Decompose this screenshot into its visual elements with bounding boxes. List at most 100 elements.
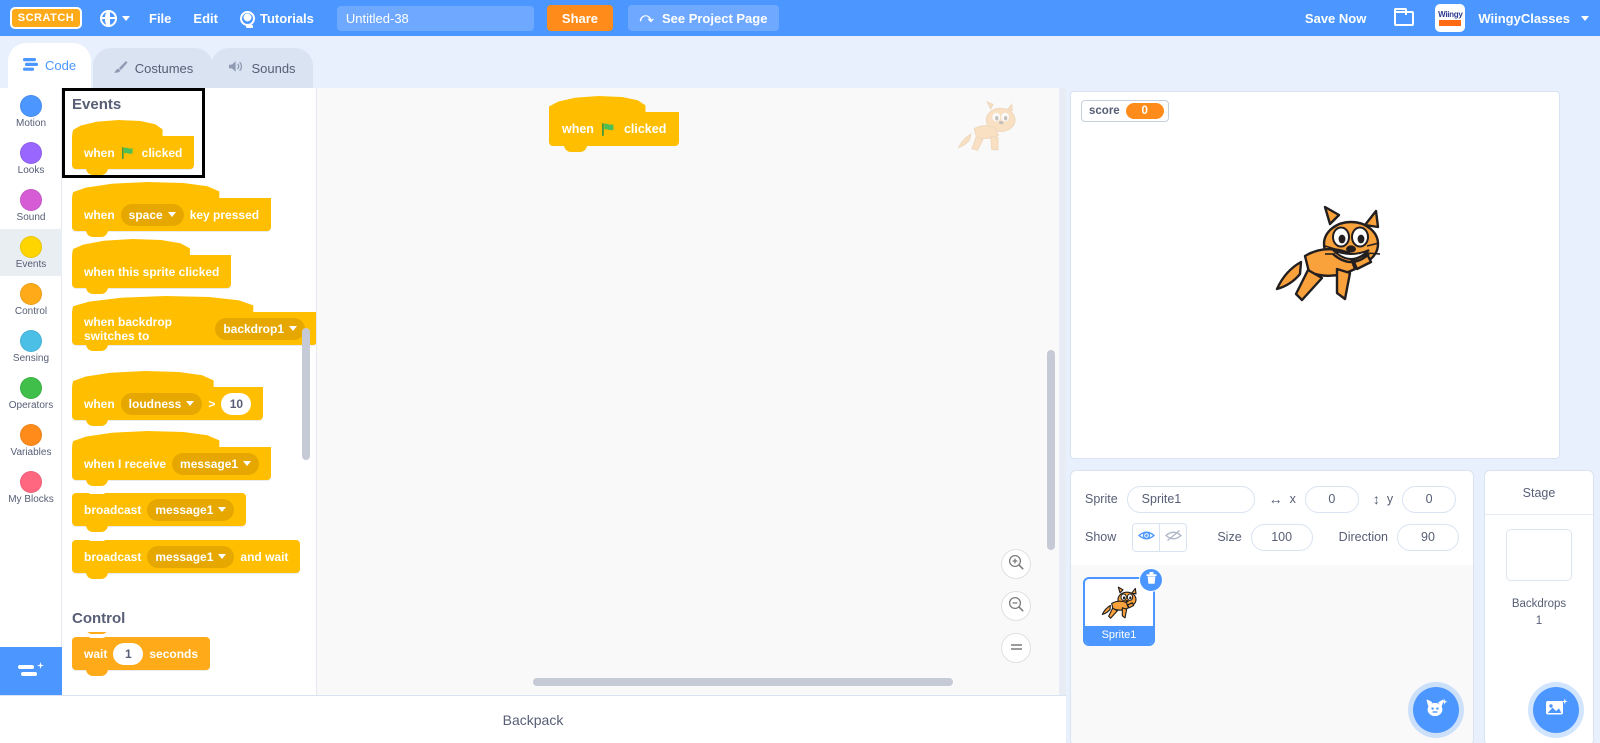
palette-block-when-key-pressed[interactable]: when space key pressed <box>72 198 272 237</box>
scratch-editor: SCRATCH File Edit Tutorials Share ⤺ See … <box>0 0 1600 743</box>
block-dropdown-message[interactable]: message1 <box>172 452 260 475</box>
palette-block-when-this-sprite-clicked[interactable]: when this sprite clicked <box>72 255 232 294</box>
sprite-x-input[interactable] <box>1304 485 1359 513</box>
sprite-name-input[interactable] <box>1126 485 1255 513</box>
category-label: Sound <box>16 211 46 223</box>
stage-selector-panel[interactable]: Stage Backdrops 1 <box>1484 470 1594 743</box>
account-menu[interactable]: Wiingy WiingyClasses <box>1431 0 1600 36</box>
account-name: WiingyClasses <box>1478 10 1570 26</box>
block-when-flag-clicked[interactable]: when clicked <box>549 112 680 152</box>
category-variables[interactable]: Variables <box>0 417 62 464</box>
sprite-y-input[interactable] <box>1402 485 1457 513</box>
block-number-input[interactable]: 1 <box>113 642 144 665</box>
block-dropdown-message[interactable]: message1 <box>147 545 235 568</box>
zoom-in-button[interactable] <box>1001 549 1031 579</box>
backdrops-count: 1 <box>1535 615 1543 627</box>
share-button[interactable]: Share <box>546 5 614 31</box>
palette-block-when-flag-clicked[interactable]: when clicked <box>72 136 195 175</box>
category-color-dot <box>20 376 42 399</box>
category-control[interactable]: Control <box>0 276 62 323</box>
language-menu[interactable] <box>82 0 138 36</box>
backpack-label: Backpack <box>502 711 564 728</box>
category-events[interactable]: Events <box>0 229 62 276</box>
palette-block-broadcast-and-wait[interactable]: broadcast message1 and wait <box>72 535 301 579</box>
palette-block-when-backdrop-switches-to[interactable]: when backdrop switches to backdrop1 <box>72 312 316 351</box>
avatar: Wiingy <box>1435 4 1466 32</box>
block-dropdown-loudness[interactable]: loudness <box>120 392 203 415</box>
file-menu[interactable]: File <box>138 0 182 36</box>
green-flag-icon <box>601 122 617 137</box>
code-workspace[interactable]: when clicked <box>317 88 1059 695</box>
zoom-out-icon <box>1008 596 1025 617</box>
add-extension-icon <box>18 662 44 680</box>
category-looks[interactable]: Looks <box>0 135 62 182</box>
sprite-info-row-1: Sprite ↔ x ↕ y <box>1085 482 1459 516</box>
category-sensing[interactable]: Sensing <box>0 323 62 370</box>
sprite-direction-input[interactable] <box>1397 523 1459 551</box>
palette-block-when-i-receive[interactable]: when I receive message1 <box>72 447 272 486</box>
backpack-bar[interactable]: Backpack <box>0 695 1066 743</box>
zoom-reset-button[interactable] <box>1001 633 1031 663</box>
stage[interactable]: score 0 <box>1070 91 1560 459</box>
sprite-size-input[interactable] <box>1250 523 1313 551</box>
menu-bar: SCRATCH File Edit Tutorials Share ⤺ See … <box>0 0 1600 36</box>
edit-menu[interactable]: Edit <box>182 0 229 36</box>
category-label: Looks <box>17 164 45 176</box>
green-flag-icon <box>121 146 136 160</box>
stage-panel-title: Stage <box>1485 486 1593 515</box>
palette-section-control: Control <box>72 610 126 627</box>
add-sprite-button[interactable] <box>1413 687 1459 733</box>
my-stuff-button[interactable] <box>1377 0 1431 36</box>
block-number-input[interactable]: 10 <box>221 392 252 415</box>
sprite-y-label: y <box>1386 492 1394 506</box>
chevron-down-icon <box>243 461 252 466</box>
tab-code[interactable]: Code <box>8 43 91 88</box>
category-motion[interactable]: Motion <box>0 88 62 135</box>
tutorials-button[interactable]: Tutorials <box>229 0 325 36</box>
workspace-horizontal-scrollbar[interactable] <box>533 678 953 686</box>
save-now-button[interactable]: Save Now <box>1294 0 1377 36</box>
scratch-logo[interactable]: SCRATCH <box>10 7 82 29</box>
project-title-input[interactable] <box>336 5 534 31</box>
category-label: My Blocks <box>8 493 54 505</box>
block-text-pre: when <box>84 396 115 411</box>
category-my-blocks[interactable]: My Blocks <box>0 464 62 511</box>
variable-monitor-score[interactable]: score 0 <box>1081 100 1169 122</box>
block-palette[interactable]: Events when clicked when space key press… <box>62 88 317 695</box>
tab-costumes[interactable]: Costumes <box>93 48 213 88</box>
block-dropdown-backdrop[interactable]: backdrop1 <box>215 317 305 340</box>
category-sound[interactable]: Sound <box>0 182 62 229</box>
tab-sounds[interactable]: Sounds <box>211 48 313 88</box>
category-operators[interactable]: Operators <box>0 370 62 417</box>
block-dropdown-message[interactable]: message1 <box>147 498 235 521</box>
stage-sprite-scratch-cat[interactable] <box>1267 202 1387 307</box>
category-label: Control <box>14 305 48 317</box>
category-color-dot <box>20 470 42 493</box>
backdrop-thumbnail[interactable] <box>1506 529 1572 581</box>
block-text-post: and wait <box>240 549 289 564</box>
block-dropdown-key[interactable]: space <box>120 203 184 226</box>
category-label: Variables <box>10 446 52 458</box>
palette-scrollbar[interactable] <box>302 328 310 460</box>
block-text-pre: when <box>84 207 115 222</box>
add-backdrop-button[interactable] <box>1533 687 1579 733</box>
palette-block-when-greater-than[interactable]: when loudness > 10 <box>72 387 264 426</box>
lightbulb-icon <box>239 10 255 28</box>
share-button-label: Share <box>561 10 599 26</box>
show-sprite-button[interactable] <box>1133 523 1160 551</box>
scratch-logo-text: SCRATCH <box>17 12 75 24</box>
sprite-size-label: Size <box>1217 530 1242 544</box>
workspace-vertical-scrollbar[interactable] <box>1047 350 1055 550</box>
backdrops-label: Backdrops <box>1511 598 1567 610</box>
add-extension-button[interactable] <box>0 647 62 695</box>
see-project-page-button[interactable]: ⤺ See Project Page <box>628 5 780 31</box>
palette-block-broadcast[interactable]: broadcast message1 <box>72 488 247 532</box>
delete-sprite-button[interactable] <box>1139 568 1163 592</box>
chevron-down-icon <box>218 554 227 559</box>
hide-sprite-button[interactable] <box>1159 523 1187 551</box>
palette-block-wait-seconds[interactable]: wait 1 seconds <box>72 632 211 676</box>
workspace-script-when-flag-clicked[interactable]: when clicked <box>549 112 680 152</box>
block-text-pre: when <box>562 122 594 136</box>
sprite-item-sprite1[interactable]: Sprite1 <box>1083 568 1163 646</box>
zoom-out-button[interactable] <box>1001 591 1031 621</box>
